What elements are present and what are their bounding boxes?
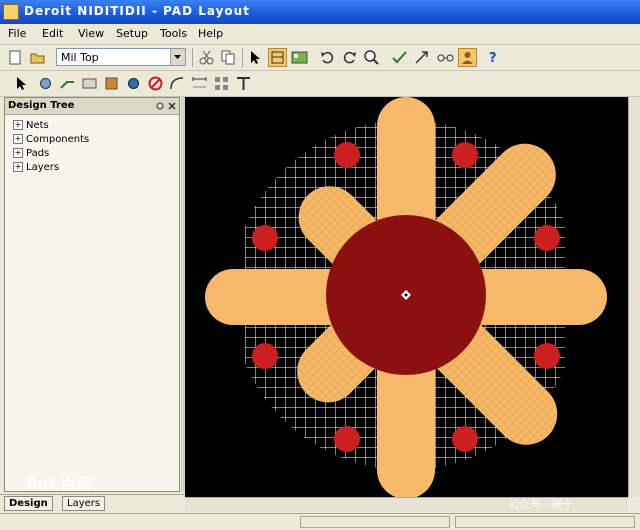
window-title: Deroit NIDITIDII - PAD Layout bbox=[24, 4, 250, 18]
user-icon[interactable] bbox=[458, 48, 477, 67]
watermark-logo: Bai 百科 bbox=[26, 474, 93, 493]
via-tool-icon[interactable] bbox=[124, 74, 143, 93]
text-tool-icon[interactable] bbox=[234, 74, 253, 93]
tab-design[interactable]: Design bbox=[4, 496, 53, 511]
close-icon[interactable] bbox=[167, 101, 177, 111]
chevron-down-icon[interactable] bbox=[170, 49, 185, 65]
toolbar-divider bbox=[192, 48, 193, 67]
tree-item-label: Pads bbox=[26, 148, 50, 159]
panel-tabs: Design Layers bbox=[0, 494, 184, 513]
layout-select-value: Mil Top bbox=[61, 51, 99, 64]
expand-icon[interactable]: + bbox=[13, 134, 23, 144]
status-field bbox=[300, 516, 450, 528]
vertical-scrollbar[interactable] bbox=[628, 97, 640, 497]
layout-canvas[interactable] bbox=[185, 97, 628, 499]
design-toolbar bbox=[0, 71, 640, 97]
trace-tool-icon[interactable] bbox=[58, 74, 77, 93]
dimension-tool-icon[interactable] bbox=[190, 74, 209, 93]
pointer-icon[interactable] bbox=[246, 48, 265, 67]
zoom-icon[interactable] bbox=[362, 48, 381, 67]
array-tool-icon[interactable] bbox=[212, 74, 231, 93]
tree-item-label: Layers bbox=[26, 162, 60, 173]
expand-icon[interactable]: + bbox=[13, 162, 23, 172]
menu-view[interactable]: View bbox=[78, 27, 104, 40]
menu-bar: File Edit View Setup Tools Help bbox=[0, 24, 640, 45]
tree-item-nets[interactable]: + Nets bbox=[13, 120, 49, 134]
tree-item-label: Nets bbox=[26, 120, 49, 131]
help-icon[interactable]: ? bbox=[484, 48, 503, 67]
open-file-icon[interactable] bbox=[28, 48, 47, 67]
app-icon bbox=[3, 4, 19, 20]
standard-toolbar: Mil Top ? bbox=[0, 45, 640, 71]
tree-item-label: Components bbox=[26, 134, 90, 145]
expand-icon[interactable]: + bbox=[13, 148, 23, 158]
menu-edit[interactable]: Edit bbox=[42, 27, 63, 40]
menu-file[interactable]: File bbox=[8, 27, 26, 40]
design-tree-panel: Design Tree + Nets + Components + Pads + Lay… bbox=[4, 97, 180, 492]
toolbar-divider bbox=[242, 48, 243, 67]
svg-text:?: ? bbox=[489, 51, 497, 66]
cut-icon[interactable] bbox=[197, 48, 216, 67]
redo-icon[interactable] bbox=[340, 48, 359, 67]
layout-select[interactable]: Mil Top bbox=[56, 48, 186, 66]
menu-setup[interactable]: Setup bbox=[116, 27, 148, 40]
glasses-icon[interactable] bbox=[436, 48, 455, 67]
new-file-icon[interactable] bbox=[6, 48, 25, 67]
undo-icon[interactable] bbox=[318, 48, 337, 67]
copy-icon[interactable] bbox=[219, 48, 238, 67]
select-arrow-icon[interactable] bbox=[412, 48, 431, 67]
watermark-text: 公众号 · 硬十 bbox=[508, 498, 574, 511]
layer-tool-icon[interactable] bbox=[80, 74, 99, 93]
copper-tool-icon[interactable] bbox=[102, 74, 121, 93]
title-bar: Deroit NIDITIDII - PAD Layout bbox=[0, 0, 640, 24]
check-icon[interactable] bbox=[390, 48, 409, 67]
menu-tools[interactable]: Tools bbox=[160, 27, 187, 40]
component-tool-icon[interactable] bbox=[36, 74, 55, 93]
tree-item-pads[interactable]: + Pads bbox=[13, 148, 49, 162]
no-entry-icon[interactable] bbox=[146, 74, 165, 93]
pad-drawing bbox=[205, 97, 607, 499]
tab-layers[interactable]: Layers bbox=[62, 496, 106, 511]
route-mode-icon[interactable] bbox=[268, 48, 287, 67]
tree-item-components[interactable]: + Components bbox=[13, 134, 89, 148]
panel-title: Design Tree bbox=[8, 100, 75, 111]
image-icon[interactable] bbox=[290, 48, 309, 67]
status-field bbox=[455, 516, 635, 528]
arc-tool-icon[interactable] bbox=[168, 74, 187, 93]
pin-icon[interactable] bbox=[155, 101, 165, 111]
expand-icon[interactable]: + bbox=[13, 120, 23, 130]
status-bar bbox=[0, 513, 640, 530]
tree-item-layers[interactable]: + Layers bbox=[13, 162, 59, 176]
panel-title-bar: Design Tree bbox=[5, 98, 179, 115]
menu-help[interactable]: Help bbox=[198, 27, 223, 40]
select-tool-icon[interactable] bbox=[12, 74, 31, 93]
